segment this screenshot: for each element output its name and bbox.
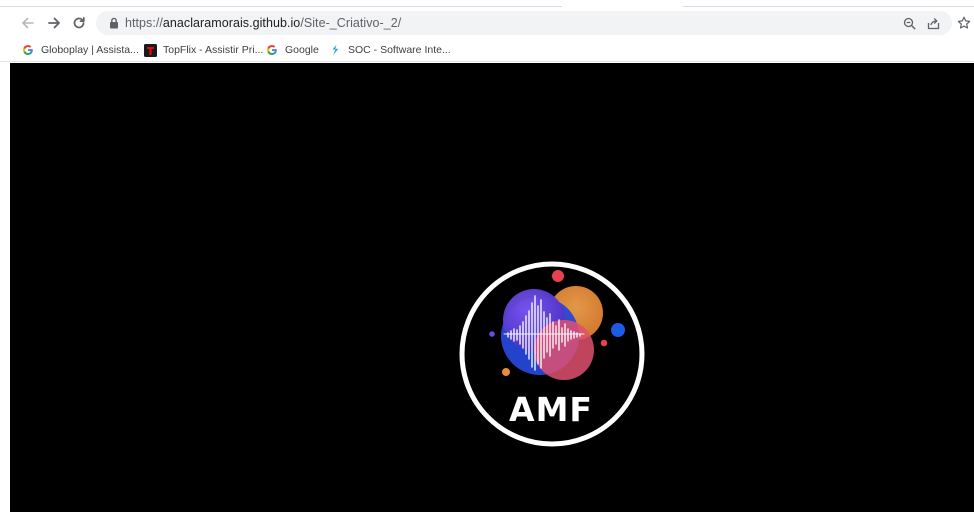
bookmark-item-google[interactable]: Google — [265, 41, 319, 59]
topflix-icon — [143, 43, 157, 57]
url-text[interactable]: https://anaclaramorais.github.io/Site-_C… — [125, 11, 401, 35]
tab-strip-edge — [0, 0, 974, 8]
bookmark-label: Globoplay | Assista... — [41, 44, 139, 56]
google-g-icon — [265, 43, 279, 57]
url-scheme: https:// — [125, 16, 163, 30]
bookmark-item-topflix[interactable]: TopFlix - Assistir Pri... — [143, 41, 263, 59]
bookmark-label: SOC - Software Inte... — [348, 44, 451, 56]
tab-divider-right — [683, 6, 974, 7]
url-path: /Site-_Criativo-_2/ — [300, 16, 402, 30]
bookmark-item-soc[interactable]: SOC - Software Inte... — [328, 41, 451, 59]
dot-red-small — [600, 339, 608, 347]
arrow-right-icon — [48, 17, 60, 29]
share-icon — [927, 17, 939, 29]
viewport-left-edge — [0, 63, 10, 512]
address-bar[interactable]: https://anaclaramorais.github.io/Site-_C… — [96, 11, 952, 35]
reload-icon — [73, 16, 85, 29]
arrow-left-icon — [22, 17, 34, 29]
google-g-icon — [21, 43, 35, 57]
star-icon — [957, 16, 971, 29]
reload-button[interactable] — [67, 8, 91, 38]
forward-button[interactable] — [42, 8, 66, 38]
dot-red-top — [552, 270, 564, 282]
bookmark-label: TopFlix - Assistir Pri... — [163, 44, 264, 56]
dot-orange — [502, 368, 510, 376]
soc-icon — [328, 43, 342, 57]
zoom-button[interactable] — [898, 11, 920, 35]
lock-icon[interactable] — [108, 16, 120, 30]
bookmark-star-button[interactable] — [952, 8, 974, 38]
share-button[interactable] — [922, 11, 944, 35]
amf-logo: AMF — [446, 256, 656, 456]
bookmark-label: Google — [285, 44, 319, 56]
back-button[interactable] — [16, 8, 40, 38]
dot-purple — [489, 331, 495, 337]
zoom-icon — [903, 17, 915, 29]
bookmark-item-globoplay[interactable]: Globoplay | Assista... — [21, 41, 139, 59]
logo-text: AMF — [509, 390, 593, 429]
bookmarks-bar: Globoplay | Assista... TopFlix - Assisti… — [0, 38, 974, 62]
tab-divider-left — [0, 6, 562, 7]
browser-toolbar: https://anaclaramorais.github.io/Site-_C… — [0, 8, 974, 38]
url-host: anaclaramorais.github.io — [162, 16, 301, 30]
dot-blue — [611, 323, 625, 337]
